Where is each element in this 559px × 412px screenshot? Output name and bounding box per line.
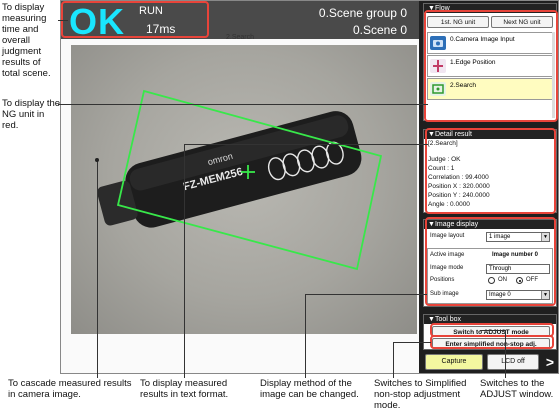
leader-line bbox=[97, 160, 98, 378]
annotation-adjust: Switches to the ADJUST window. bbox=[480, 378, 554, 400]
annotation-simplified: Switches to Simplified non-stop adjustme… bbox=[374, 378, 467, 411]
leader-line bbox=[480, 330, 506, 331]
tool-box-header-label: Tool box bbox=[434, 316, 462, 323]
camera-image-graphic: omron FZ-MEM256 bbox=[97, 89, 383, 271]
leader-dot bbox=[95, 158, 99, 162]
leader-line bbox=[505, 330, 506, 378]
annotation-top-left: To display measuring time and overall ju… bbox=[2, 2, 51, 79]
annotation-display-method: Display method of the image can be chang… bbox=[260, 378, 359, 400]
leader-line bbox=[184, 144, 428, 145]
highlight-simplified-button bbox=[430, 335, 554, 349]
leader-line bbox=[393, 342, 394, 378]
leader-line bbox=[58, 104, 428, 105]
leader-line bbox=[184, 144, 185, 378]
leader-line bbox=[305, 294, 306, 378]
highlight-image-display bbox=[425, 217, 556, 306]
scene-group-label: 0.Scene group 0 bbox=[318, 6, 407, 20]
leader-line bbox=[393, 342, 431, 343]
annotation-cascade: To cascade measured results in camera im… bbox=[8, 378, 132, 400]
leader-line bbox=[305, 294, 427, 295]
lcd-off-button[interactable]: LCD off bbox=[487, 354, 539, 370]
highlight-flow bbox=[424, 10, 558, 122]
highlight-status-bar bbox=[61, 1, 209, 38]
next-arrow-button[interactable]: > bbox=[543, 353, 557, 371]
annotation-ng-unit: To display the NG unit in red. bbox=[2, 98, 61, 131]
annotation-text-format: To display measured results in text form… bbox=[140, 378, 229, 400]
highlight-detail bbox=[425, 128, 556, 214]
leader-line bbox=[58, 20, 68, 21]
camera-image[interactable]: omron FZ-MEM256 bbox=[71, 45, 417, 334]
capture-button[interactable]: Capture bbox=[425, 354, 483, 370]
